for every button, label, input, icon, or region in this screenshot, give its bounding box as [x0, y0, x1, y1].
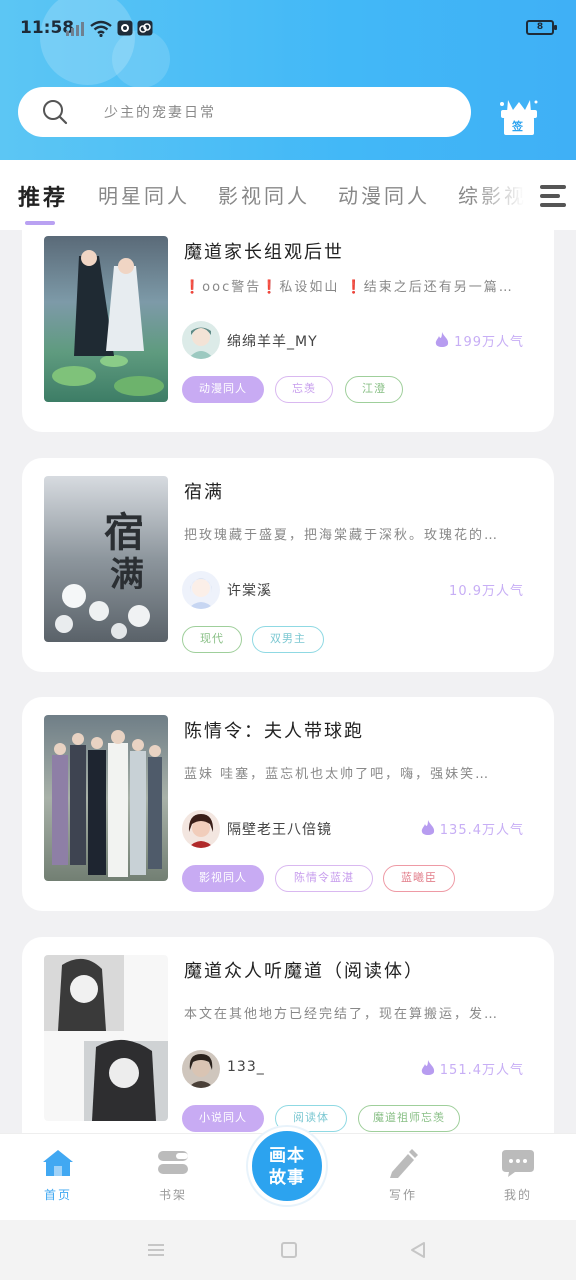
sign-in-gift-button[interactable]: 签 — [496, 94, 542, 136]
svg-text:宿: 宿 — [104, 509, 144, 556]
search-icon — [43, 100, 68, 125]
tab-celebrity-fanfic[interactable]: 明星同人 — [98, 180, 190, 209]
nav-label: 书架 — [158, 1188, 187, 1202]
popularity-count: 199万人气 — [434, 331, 524, 350]
story-cover[interactable] — [44, 236, 168, 402]
story-cover[interactable] — [44, 955, 168, 1121]
tab-anime-fanfic[interactable]: 动漫同人 — [338, 180, 430, 209]
app-header: 11:58 8 少主的宠妻日常 签 — [0, 0, 576, 160]
gift-badge-text: 签 — [512, 120, 523, 133]
story-title: 魔道家长组观后世 — [184, 242, 344, 263]
search-bar[interactable]: 少主的宠妻日常 — [18, 87, 471, 137]
story-tag[interactable]: 现代 — [182, 626, 242, 653]
flame-icon — [435, 332, 449, 347]
story-title: 魔道众人听魔道（阅读体） — [184, 961, 424, 982]
status-bar: 11:58 8 — [0, 0, 576, 56]
category-menu-icon[interactable] — [538, 182, 568, 210]
pencil-icon — [390, 1149, 418, 1178]
system-navigation-bar — [0, 1220, 576, 1280]
story-cover[interactable]: 宿 满 — [44, 476, 168, 642]
story-description: 本文在其他地方已经完结了，现在算搬运，发… — [184, 1007, 500, 1022]
story-tag[interactable]: 魔道祖师忘羡 — [358, 1105, 460, 1132]
svg-text:满: 满 — [110, 555, 144, 595]
popularity-count: 135.4万人气 — [420, 819, 524, 838]
app-notification-icon-2 — [137, 20, 153, 36]
story-cover[interactable] — [44, 715, 168, 881]
nav-write[interactable]: 写作 — [363, 1148, 443, 1203]
center-button-line1: 画本 — [269, 1146, 305, 1166]
story-title: 宿满 — [184, 482, 224, 503]
wifi-icon — [90, 20, 112, 37]
bookshelf-icon — [158, 1151, 188, 1174]
story-card[interactable]: 魔道家长组观后世 ❗ooc警告❗私设如山 ❗结束之后还有另一篇… 绵绵羊羊_MY… — [22, 230, 554, 432]
story-card[interactable]: 魔道众人听魔道（阅读体） 本文在其他地方已经完结了，现在算搬运，发… 133_ … — [22, 937, 554, 1133]
battery-indicator: 8 — [526, 20, 557, 35]
story-title: 陈情令：夫人带球跑 — [184, 721, 364, 742]
recent-apps-icon[interactable] — [146, 1240, 166, 1260]
author-name: 133_ — [227, 1059, 265, 1075]
nav-label: 首页 — [43, 1188, 72, 1202]
popularity-count: 10.9万人气 — [449, 584, 524, 599]
author-avatar[interactable] — [182, 571, 220, 609]
app-notification-icon — [117, 20, 133, 36]
home-square-icon[interactable] — [279, 1240, 299, 1260]
story-tag[interactable]: 小说同人 — [182, 1105, 264, 1132]
story-description: 蓝妹 哇塞，蓝忘机也太帅了吧，嗨，强妹笑… — [184, 767, 491, 782]
story-tag[interactable]: 双男主 — [252, 626, 324, 653]
center-button-line2: 故事 — [269, 1168, 305, 1188]
story-description: ❗ooc警告❗私设如山 ❗结束之后还有另一篇… — [184, 280, 514, 295]
author-name: 隔壁老王八倍镜 — [227, 822, 332, 838]
picture-story-button[interactable]: 画本 故事 — [248, 1127, 326, 1205]
author-avatar[interactable] — [182, 321, 220, 359]
story-tag[interactable]: 动漫同人 — [182, 376, 264, 403]
story-tag[interactable]: 陈情令蓝湛 — [275, 865, 373, 892]
author-avatar[interactable] — [182, 810, 220, 848]
popularity-count: 151.4万人气 — [420, 1059, 524, 1078]
flame-icon — [421, 820, 434, 835]
home-icon — [43, 1150, 73, 1176]
tab-recommend[interactable]: 推荐 — [18, 180, 68, 212]
story-tag[interactable]: 蓝曦臣 — [383, 865, 455, 892]
nav-home[interactable]: 首页 — [18, 1148, 98, 1203]
search-placeholder: 少主的宠妻日常 — [104, 105, 216, 121]
story-card[interactable]: 宿 满 宿满 把玫瑰藏于盛夏，把海棠藏于深秋。玫瑰花的… 许棠溪 10.9万人气… — [22, 458, 554, 672]
nav-label: 写作 — [388, 1188, 417, 1202]
active-tab-indicator — [25, 221, 55, 225]
flame-icon — [421, 1060, 434, 1075]
back-triangle-icon[interactable] — [408, 1240, 428, 1260]
tab-film-fanfic[interactable]: 影视同人 — [218, 180, 310, 209]
story-card[interactable]: 陈情令：夫人带球跑 蓝妹 哇塞，蓝忘机也太帅了吧，嗨，强妹笑… 隔壁老王八倍镜 … — [22, 697, 554, 911]
story-tag[interactable]: 忘羡 — [275, 376, 333, 403]
cellular-signal-icon — [66, 22, 84, 36]
story-description: 把玫瑰藏于盛夏，把海棠藏于深秋。玫瑰花的… — [184, 528, 500, 543]
author-avatar[interactable] — [182, 1050, 220, 1088]
story-tag[interactable]: 江澄 — [345, 376, 403, 403]
story-feed: 魔道家长组观后世 ❗ooc警告❗私设如山 ❗结束之后还有另一篇… 绵绵羊羊_MY… — [0, 230, 576, 1133]
author-name: 许棠溪 — [227, 583, 272, 599]
category-tabs: 推荐 明星同人 影视同人 动漫同人 综影视 — [0, 160, 576, 230]
nav-profile[interactable]: 我的 — [478, 1148, 558, 1203]
nav-label: 我的 — [503, 1188, 532, 1202]
author-name: 绵绵羊羊_MY — [227, 334, 318, 350]
chat-bubble-icon — [502, 1150, 534, 1177]
nav-bookshelf[interactable]: 书架 — [133, 1148, 213, 1203]
story-tag[interactable]: 影视同人 — [182, 865, 264, 892]
